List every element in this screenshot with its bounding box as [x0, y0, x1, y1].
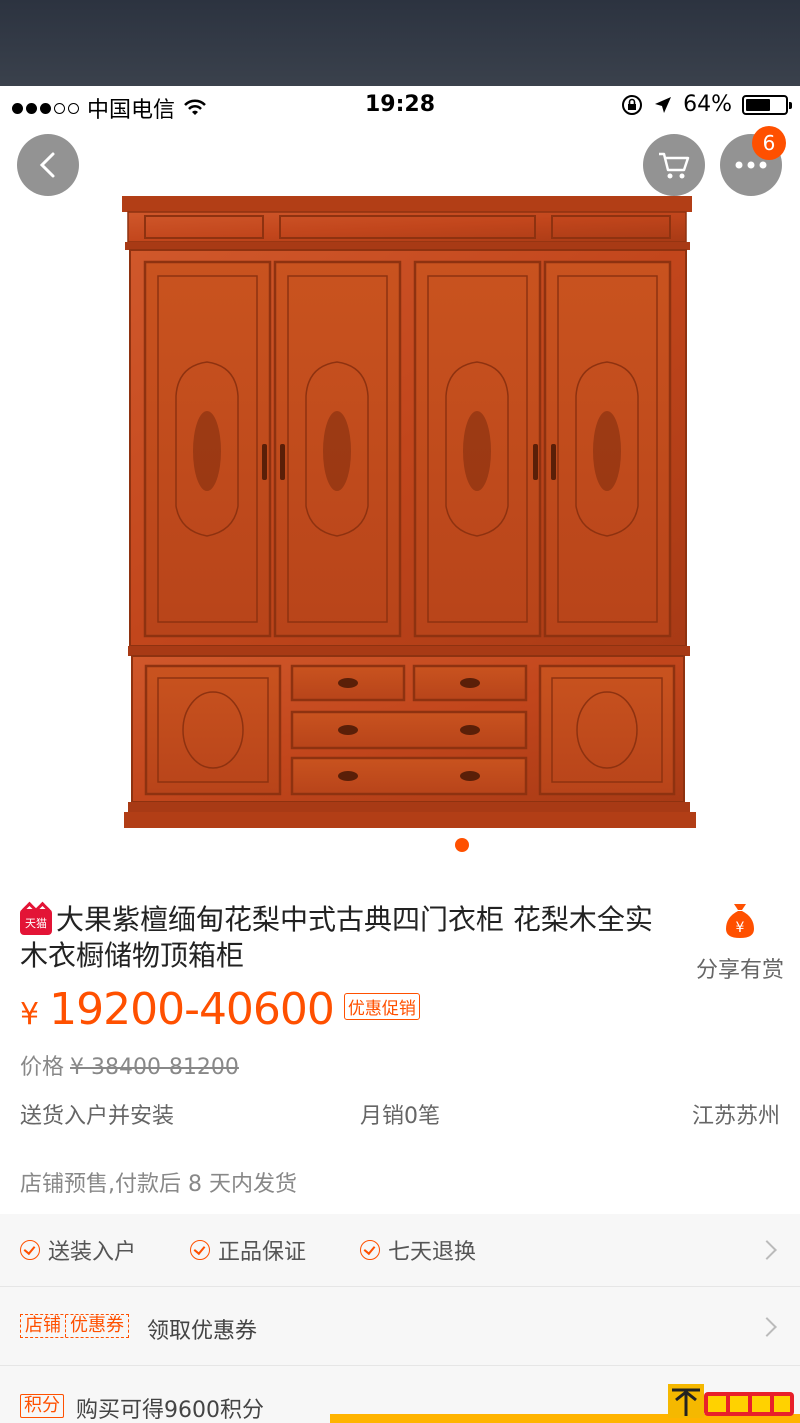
rotation-lock-icon [622, 94, 643, 115]
original-price-row: 价格 ¥ 38400-81200 [20, 1049, 239, 1081]
service-label: 正品保证 [218, 1240, 307, 1265]
coupon-row[interactable]: 店铺 优惠券 领取优惠券 [0, 1288, 800, 1366]
original-price-label: 价格 [20, 1055, 65, 1080]
current-price: 19200-40600 [49, 984, 335, 1035]
coupon-tag-store: 店铺 [25, 1315, 61, 1336]
service-guarantees[interactable]: 送装入户 正品保证 七天退换 [0, 1214, 800, 1287]
product-info: 天猫 大果紫檀缅甸花梨中式古典四门衣柜 花梨木全实木衣橱储物顶箱柜 ¥ 分享有赏 … [0, 884, 800, 1214]
money-bag-symbol: ¥ [736, 920, 745, 936]
check-circle-icon [360, 1240, 380, 1260]
get-coupon-link[interactable]: 领取优惠券 [147, 1313, 257, 1345]
check-circle-icon [20, 1240, 40, 1260]
cart-icon [659, 152, 690, 179]
chevron-right-icon [757, 1240, 777, 1260]
points-tag: 积分 [20, 1394, 64, 1418]
cart-button[interactable] [643, 134, 705, 196]
points-text: 购买可得9600积分 [76, 1398, 264, 1423]
currency-symbol: ¥ [20, 997, 40, 1032]
service-label: 送装入户 [48, 1240, 137, 1265]
top-banner [0, 0, 800, 86]
monthly-sales: 月销0笔 [360, 1104, 440, 1129]
service-label: 七天退换 [388, 1240, 477, 1265]
share-label: 分享有赏 [695, 958, 784, 983]
presale-notice: 店铺预售,付款后 8 天内发货 [20, 1172, 297, 1197]
money-bag-icon: ¥ [726, 904, 754, 938]
product-gallery[interactable]: 6 [0, 126, 800, 884]
watermark-logo [668, 1384, 794, 1418]
notification-badge: 6 [752, 126, 786, 160]
original-price: ¥ 38400-81200 [70, 1055, 239, 1080]
price-row: ¥ 19200-40600 优惠促销 [20, 984, 420, 1035]
more-dots-icon [735, 161, 767, 169]
product-title-row: 天猫 大果紫檀缅甸花梨中式古典四门衣柜 花梨木全实木衣橱储物顶箱柜 [20, 902, 670, 974]
chevron-left-icon [39, 152, 55, 178]
ship-location: 江苏苏州 [691, 1104, 780, 1129]
promo-badge: 优惠促销 [343, 993, 420, 1020]
product-title: 大果紫檀缅甸花梨中式古典四门衣柜 花梨木全实木衣橱储物顶箱柜 [20, 903, 653, 972]
back-button[interactable] [17, 134, 79, 196]
delivery-info: 送货入户并安装 [20, 1104, 175, 1129]
coupon-tag-coupon: 优惠券 [65, 1315, 128, 1337]
share-reward-button[interactable]: ¥ 分享有赏 [690, 900, 790, 984]
tmall-badge: 天猫 [20, 909, 52, 935]
battery-icon [742, 94, 792, 115]
product-image [122, 196, 696, 828]
carousel-indicator[interactable] [455, 838, 469, 852]
service-item-authentic: 正品保证 [190, 1234, 306, 1266]
battery-percent: 64% [683, 92, 732, 117]
check-circle-icon [190, 1240, 210, 1260]
service-item-return: 七天退换 [360, 1234, 476, 1266]
store-coupon-tag: 店铺 优惠券 [20, 1314, 129, 1338]
location-arrow-icon [655, 96, 672, 113]
chevron-right-icon [757, 1317, 777, 1337]
status-bar: 中国电信 19:28 64% [0, 86, 800, 126]
service-item-delivery: 送装入户 [20, 1234, 136, 1266]
